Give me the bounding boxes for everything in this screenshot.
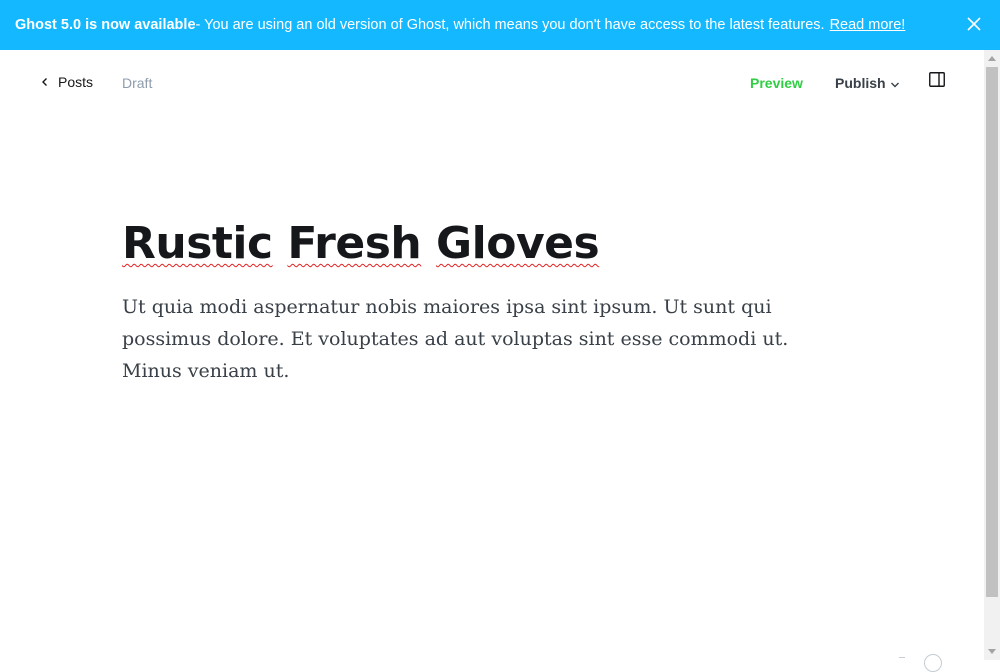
title-word: Gloves: [436, 218, 600, 269]
post-status: Draft: [122, 75, 153, 91]
banner-headline: Ghost 5.0 is now available: [15, 17, 196, 33]
update-banner: Ghost 5.0 is now available - You are usi…: [0, 0, 1000, 50]
chevron-left-icon: [42, 78, 47, 86]
post-title[interactable]: Rustic Fresh Gloves: [122, 218, 600, 269]
scroll-down-arrow-icon[interactable]: [988, 649, 996, 654]
chevron-down-icon: [890, 82, 899, 87]
editor-header: Posts Draft Preview Publish: [0, 50, 984, 116]
banner-read-more-link[interactable]: Read more!: [830, 17, 906, 33]
back-to-posts-link[interactable]: Posts: [40, 74, 93, 90]
back-label: Posts: [58, 74, 94, 90]
close-icon[interactable]: [966, 16, 982, 32]
help-icon[interactable]: [924, 654, 942, 672]
publish-label: Publish: [835, 75, 886, 91]
scrollbar-thumb[interactable]: [986, 67, 998, 597]
sidebar-toggle-icon[interactable]: [929, 72, 945, 87]
scroll-up-arrow-icon[interactable]: [988, 56, 996, 61]
publish-button[interactable]: Publish: [835, 75, 900, 91]
preview-button[interactable]: Preview: [750, 75, 803, 91]
post-body[interactable]: Ut quia modi aspernatur nobis maiores ip…: [122, 291, 842, 387]
title-word: Fresh: [287, 218, 422, 269]
vertical-scrollbar[interactable]: [984, 50, 1000, 660]
post-editor: Posts Draft Preview Publish Rustic Fresh…: [0, 50, 984, 660]
title-word: Rustic: [122, 218, 273, 269]
banner-message: - You are using an old version of Ghost,…: [195, 17, 825, 33]
